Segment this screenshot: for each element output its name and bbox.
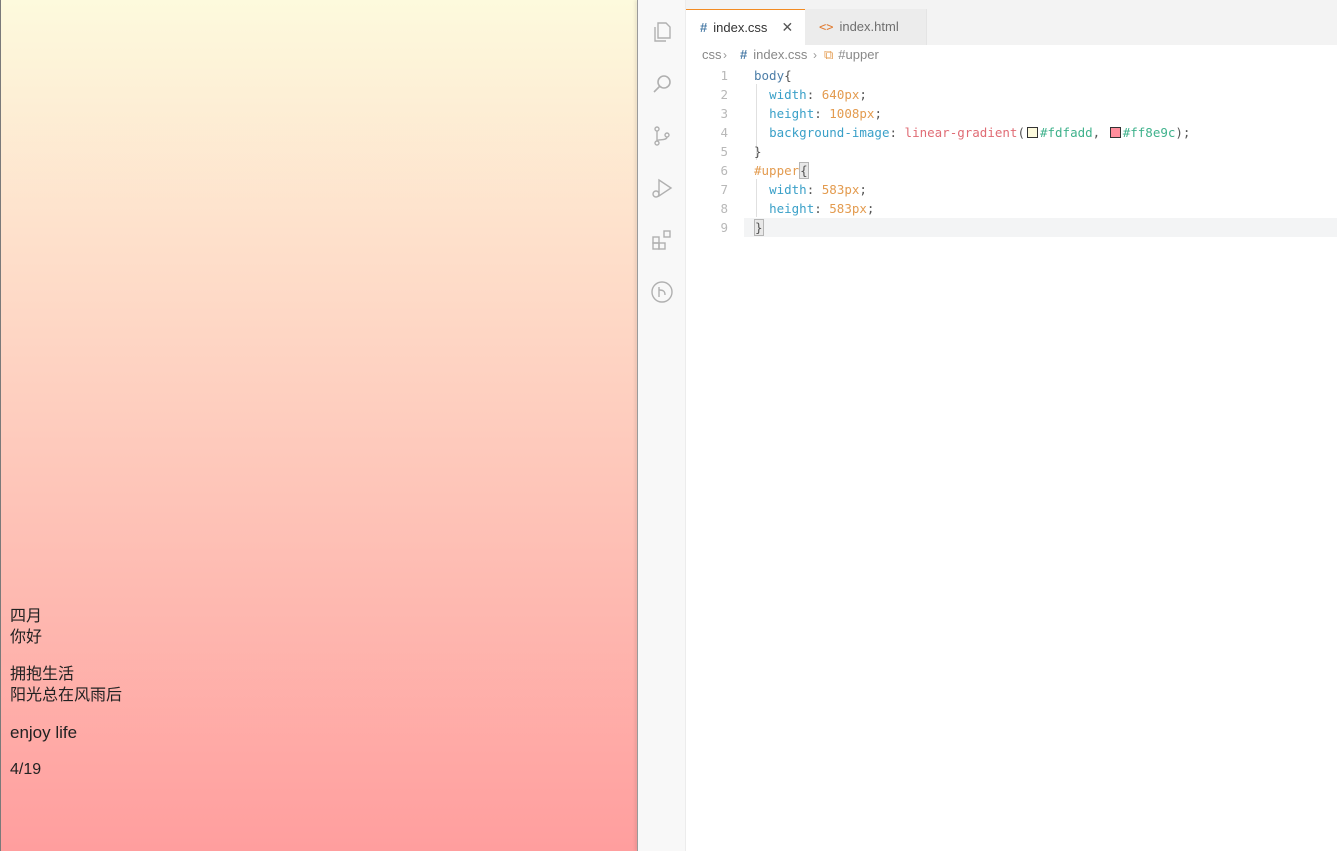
code-line: body{ xyxy=(754,68,792,83)
code-line: } xyxy=(754,144,762,159)
html-file-icon: <> xyxy=(819,20,834,34)
color-swatch[interactable] xyxy=(1109,127,1121,138)
preview-text-date: 4/19 xyxy=(10,761,42,778)
breadcrumb-file[interactable]: # index.css xyxy=(740,45,807,65)
preview-text-embrace: 拥抱生活 xyxy=(10,666,75,683)
page-preview: 四月 你好 拥抱生活 阳光总在风雨后 enjoy life 4/19 xyxy=(0,0,637,851)
run-debug-icon[interactable] xyxy=(650,176,674,200)
preview-text-hello: 你好 xyxy=(10,629,43,646)
code-line: height: 583px; xyxy=(769,201,875,216)
code-line: } xyxy=(754,219,764,236)
css-file-icon: # xyxy=(740,47,748,62)
extensions-icon[interactable] xyxy=(650,228,674,252)
current-line-highlight xyxy=(744,218,1337,237)
title-strip xyxy=(686,0,1337,9)
line-number: 6 xyxy=(720,163,728,178)
tab-label: index.html xyxy=(839,19,899,34)
git-graph-icon[interactable] xyxy=(650,280,674,304)
line-number: 3 xyxy=(720,106,728,121)
line-number: 8 xyxy=(720,201,728,216)
source-control-icon[interactable] xyxy=(650,124,674,148)
chevron-right-icon: › xyxy=(813,48,817,62)
code-editor[interactable]: 1 2 3 4 5 6 7 8 9 body{ width: 640px; he… xyxy=(686,65,1337,851)
tab-label: index.css xyxy=(713,20,768,35)
tab-index-html[interactable]: <> index.html xyxy=(805,9,927,45)
line-number: 9 xyxy=(720,220,728,235)
line-number: 5 xyxy=(720,144,728,159)
preview-text-month: 四月 xyxy=(10,608,43,625)
code-line: #upper{ xyxy=(754,162,809,179)
line-number: 7 xyxy=(720,182,728,197)
line-number: 1 xyxy=(720,68,728,83)
close-icon[interactable]: ✕ xyxy=(781,19,793,35)
chevron-right-icon: › xyxy=(723,48,727,62)
breadcrumb-folder[interactable]: css xyxy=(702,45,722,65)
code-line: width: 640px; xyxy=(769,87,867,102)
breadcrumb: css › # index.css › ⧉ #upper xyxy=(686,45,1337,65)
css-file-icon: # xyxy=(700,20,708,35)
preview-text-enjoy: enjoy life xyxy=(10,723,78,742)
preview-text-sunshine: 阳光总在风雨后 xyxy=(10,687,123,704)
line-number: 4 xyxy=(720,125,728,140)
code-line: height: 1008px; xyxy=(769,106,882,121)
line-number: 2 xyxy=(720,87,728,102)
tab-bar: # index.css ✕ <> index.html xyxy=(686,9,1337,45)
symbol-icon: ⧉ xyxy=(824,47,834,62)
color-swatch[interactable] xyxy=(1026,127,1038,138)
files-icon[interactable] xyxy=(650,20,674,44)
code-line: width: 583px; xyxy=(769,182,867,197)
code-line: background-image: linear-gradient(#fdfad… xyxy=(769,125,1191,140)
breadcrumb-symbol[interactable]: ⧉ #upper xyxy=(824,45,879,65)
tab-index-css[interactable]: # index.css ✕ xyxy=(686,9,805,45)
search-icon[interactable] xyxy=(650,72,674,96)
activity-bar xyxy=(638,0,686,851)
